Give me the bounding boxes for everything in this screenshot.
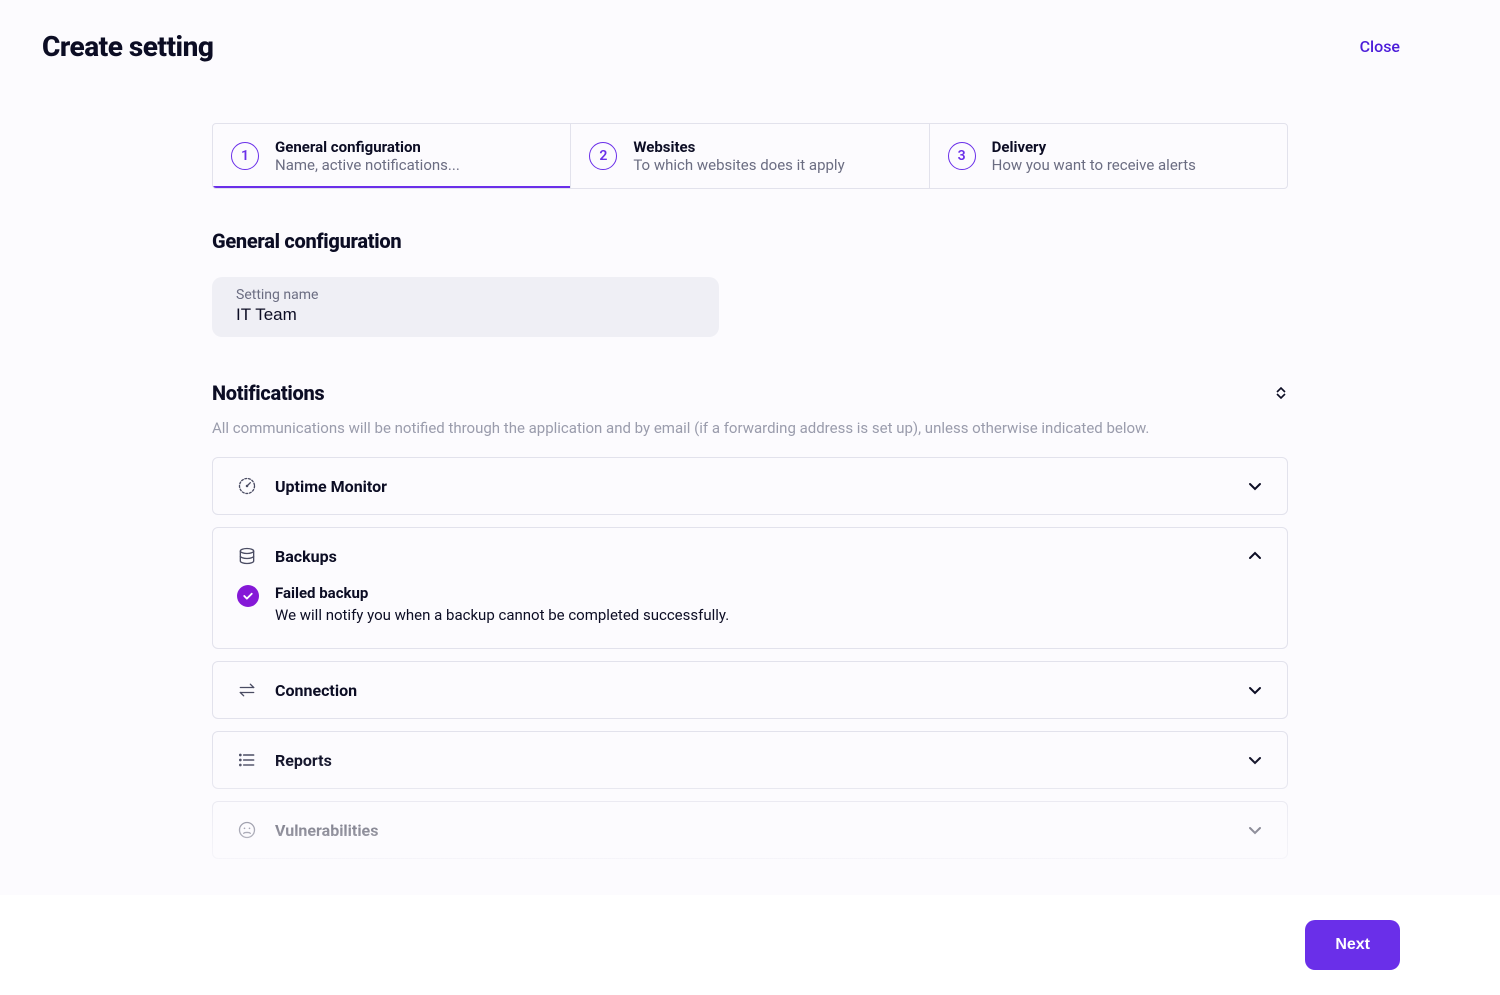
step-subtitle: How you want to receive alerts [992,156,1196,174]
next-button[interactable]: Next [1305,920,1400,970]
chevron-down-icon [1247,822,1263,838]
failed-backup-checkbox[interactable] [237,585,259,607]
stepper: 1 General configuration Name, active not… [212,123,1288,189]
step-number: 2 [589,142,617,170]
accordion-backups: Backups Failed backup We will notify you… [212,527,1288,649]
accordion-body: Failed backup We will notify you when a … [213,584,1287,648]
list-icon [237,750,257,770]
chevron-down-icon [1247,478,1263,494]
accordion-header[interactable]: Connection [213,662,1287,718]
accordion-uptime-monitor: Uptime Monitor [212,457,1288,515]
chevron-down-icon [1247,682,1263,698]
accordion-connection: Connection [212,661,1288,719]
input-label: Setting name [236,287,695,303]
accordion-header[interactable]: Uptime Monitor [213,458,1287,514]
step-title: Delivery [992,138,1196,156]
step-subtitle: To which websites does it apply [633,156,844,174]
close-button[interactable]: Close [1360,37,1400,56]
footer: Next [0,895,1500,995]
accordion-title: Reports [275,751,1229,770]
accordion-title: Backups [275,547,1229,566]
accordion-title: Uptime Monitor [275,477,1229,496]
step-websites[interactable]: 2 Websites To which websites does it app… [571,124,929,188]
accordion-reports: Reports [212,731,1288,789]
page-title: Create setting [42,30,213,63]
notifications-heading: Notifications [212,381,324,405]
accordion-title: Vulnerabilities [275,821,1229,840]
step-number: 3 [948,142,976,170]
notification-item-title: Failed backup [275,584,729,602]
step-title: Websites [633,138,844,156]
step-delivery[interactable]: 3 Delivery How you want to receive alert… [930,124,1287,188]
setting-name-input[interactable] [236,305,695,325]
accordion-header[interactable]: Reports [213,732,1287,788]
setting-name-field[interactable]: Setting name [212,277,719,337]
gauge-icon [237,476,257,496]
accordion-vulnerabilities: Vulnerabilities [212,801,1288,859]
step-subtitle: Name, active notifications... [275,156,460,174]
general-heading: General configuration [212,229,1288,253]
accordion-header[interactable]: Vulnerabilities [213,802,1287,858]
sort-toggle-icon[interactable] [1274,384,1288,402]
shield-icon [237,820,257,840]
accordion-title: Connection [275,681,1229,700]
accordion-header[interactable]: Backups [213,528,1287,584]
step-number: 1 [231,142,259,170]
database-icon [237,546,257,566]
chevron-down-icon [1247,752,1263,768]
notifications-description: All communications will be notified thro… [212,419,1288,437]
chevron-up-icon [1247,548,1263,564]
notification-item-desc: We will notify you when a backup cannot … [275,606,729,624]
step-general-configuration[interactable]: 1 General configuration Name, active not… [213,124,571,188]
step-title: General configuration [275,138,460,156]
arrows-icon [237,680,257,700]
